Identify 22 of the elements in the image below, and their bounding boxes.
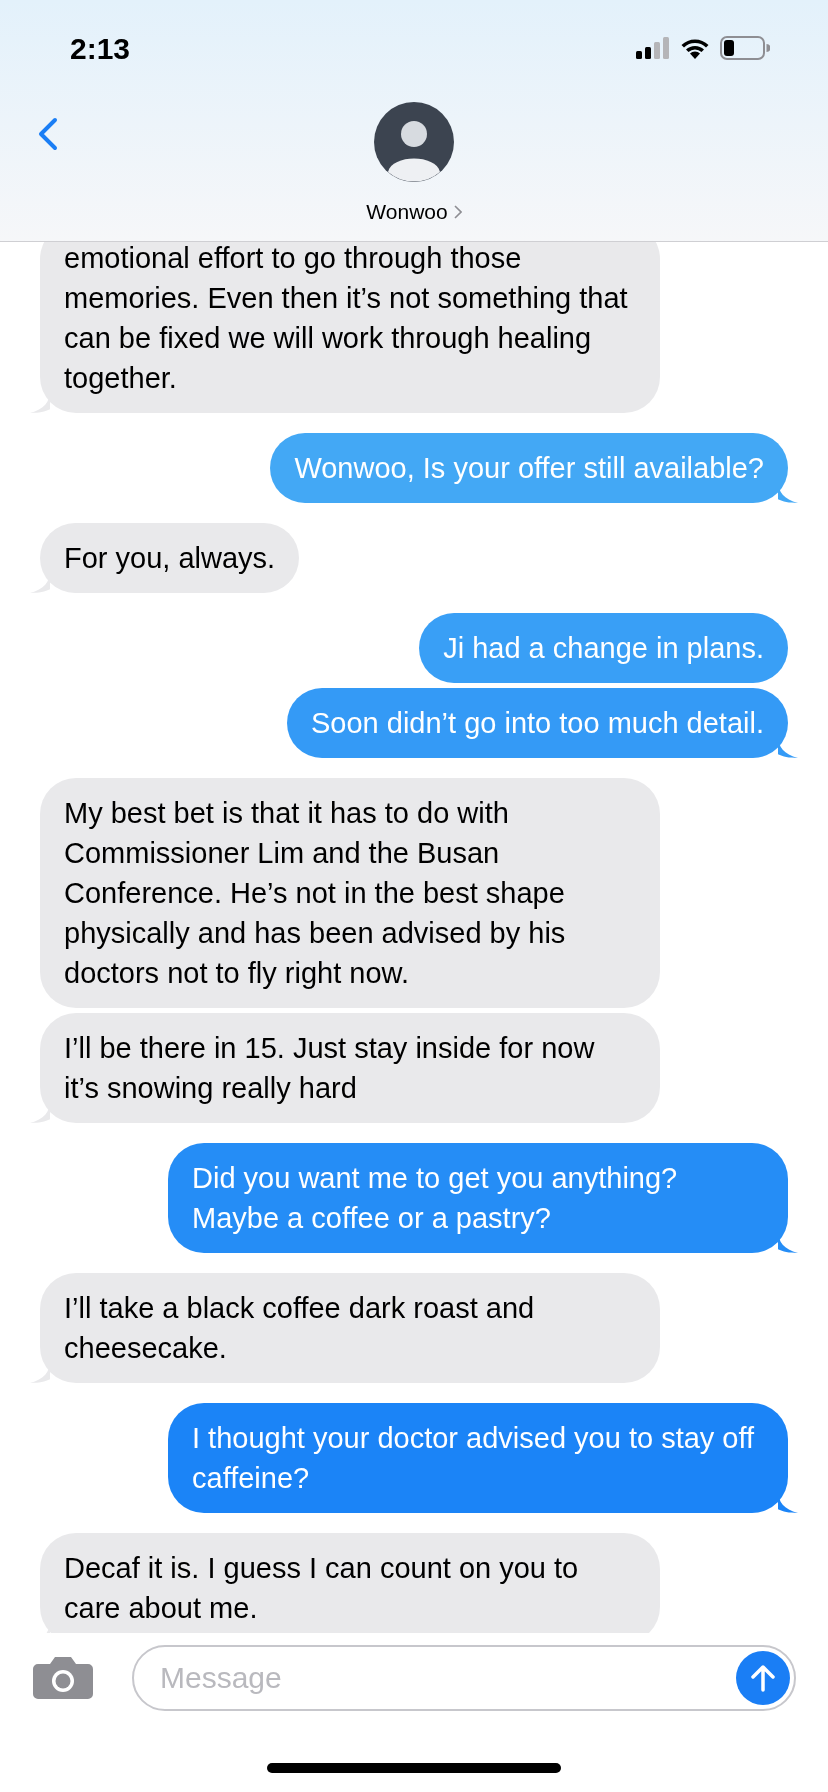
received-message: For you, always. — [40, 523, 300, 593]
received-message: I’ll take a black coffee dark roast and cheesecake. — [40, 1273, 660, 1383]
received-message: emotional effort to go through those memories. Even then it’s not something that can be fixed we will work through healing together. — [40, 242, 660, 413]
received-message: I’ll be there in 15. Just stay inside for now it’s snowing really hard — [40, 1013, 660, 1123]
received-message: Decaf it is. I guess I can count on you to care about me. — [40, 1533, 660, 1633]
sent-message: Ji had a change in plans. — [419, 613, 788, 683]
sent-message: Did you want me to get you anything? Maybe a coffee or a pastry? — [168, 1143, 788, 1253]
chevron-icon — [453, 204, 462, 219]
message-field[interactable]: Message — [132, 1645, 796, 1711]
sent-message: Wonwoo, Is your offer still available? — [270, 433, 788, 503]
status-time: 2:13 — [70, 30, 131, 67]
signal-icon — [636, 37, 670, 59]
up-arrow-icon — [751, 1664, 775, 1692]
sent-message: Soon didn’t go into too much detail. — [286, 688, 788, 758]
contact-name[interactable]: Wonwoo — [366, 196, 462, 228]
back-chevron-icon — [38, 117, 58, 151]
wifi-icon — [680, 37, 710, 59]
avatar-icon[interactable] — [374, 102, 454, 182]
camera-icon[interactable] — [32, 1656, 94, 1700]
battery-icon — [720, 36, 770, 60]
received-message: My best bet is that it has to do with Commissioner Lim and the Busan Conference. He’s not in the best shape physically and has been advised by his doctors not to fly right now. — [40, 778, 660, 1008]
sent-message: I thought your doctor advised you to stay off caffeine? — [168, 1403, 788, 1513]
